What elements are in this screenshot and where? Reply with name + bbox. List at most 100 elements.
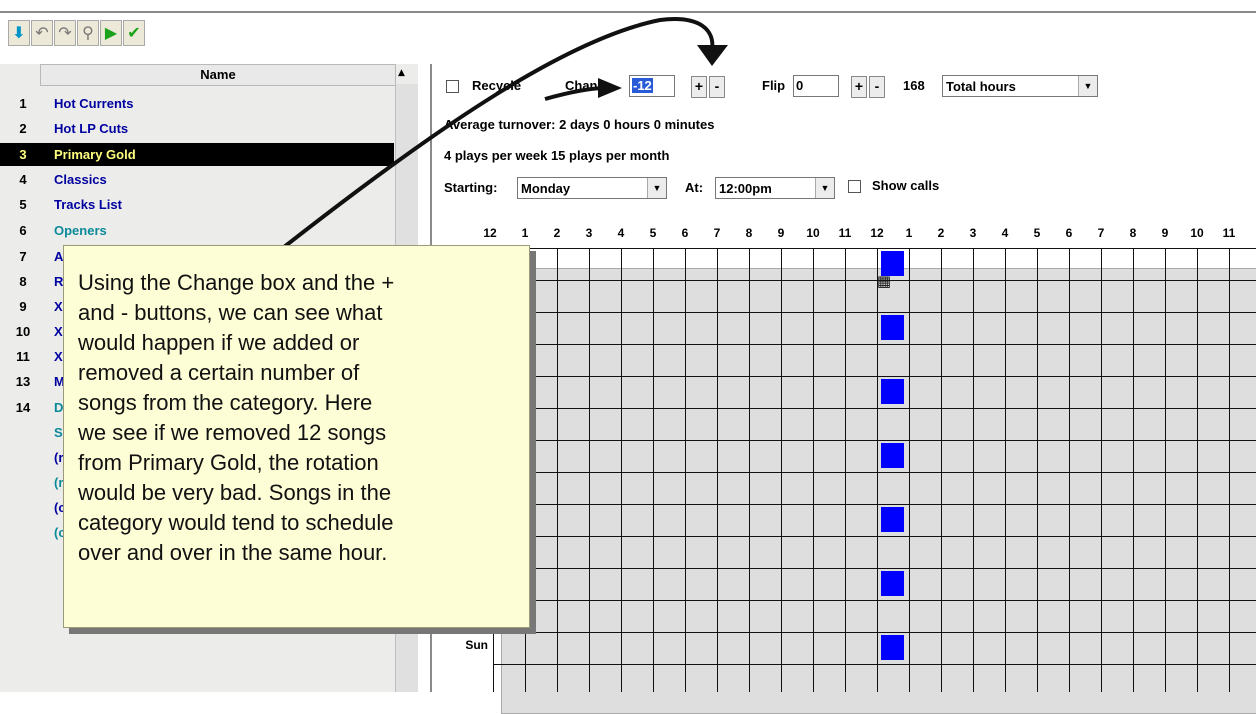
flip-label: Flip	[762, 78, 786, 93]
list-item-name: Hot Currents	[54, 96, 134, 111]
list-item-number: 3	[19, 147, 27, 162]
flip-value: 0	[796, 78, 804, 93]
filled-cell	[881, 379, 904, 404]
rotation-grid	[493, 248, 1256, 697]
hour-label: 1	[905, 226, 913, 240]
hour-label: 11	[1222, 226, 1236, 240]
hour-label: 3	[585, 226, 593, 240]
list-item[interactable]: 4 Classics	[0, 168, 394, 191]
hour-label: 9	[777, 226, 785, 240]
callout-line: would happen if we added or	[78, 330, 360, 355]
list-item-number: 14	[15, 400, 31, 415]
change-plus-button[interactable]: +	[691, 76, 707, 98]
hours-select[interactable]: Total hours ▼	[942, 75, 1098, 97]
search-icon[interactable]: ⚲	[77, 20, 99, 46]
list-item-number: 4	[19, 172, 27, 187]
flip-field[interactable]: 0	[793, 75, 839, 97]
hour-label: 4	[1001, 226, 1009, 240]
hour-label: 2	[553, 226, 561, 240]
show-calls-label: Show calls	[872, 178, 940, 193]
day-label: Sun	[465, 638, 488, 652]
plays-summary: 4 plays per week 15 plays per month	[444, 148, 670, 163]
filled-cell	[881, 507, 904, 532]
hour-label: 9	[1161, 226, 1169, 240]
hour-label: 5	[1033, 226, 1041, 240]
list-item-number: 13	[15, 374, 31, 389]
list-item-number: 1	[19, 96, 27, 111]
list-item[interactable]: 6 Openers	[0, 219, 394, 242]
callout-line: from Primary Gold, the rotation	[78, 450, 379, 475]
change-field[interactable]: -12	[629, 75, 675, 97]
list-item-name: Openers	[54, 223, 107, 238]
hour-label: 12	[483, 226, 497, 240]
hour-label: 12	[870, 226, 884, 240]
hour-label: 8	[1129, 226, 1137, 240]
chevron-down-icon[interactable]: ▼	[1078, 76, 1097, 96]
callout-line: removed a certain number of	[78, 360, 360, 385]
redo-icon[interactable]: ↷	[54, 20, 76, 46]
list-item-name: D	[54, 400, 64, 415]
list-item-name: X	[54, 324, 63, 339]
list-item-number: 2	[19, 121, 27, 136]
chevron-down-icon[interactable]: ▼	[647, 178, 666, 198]
list-item-number: 11	[16, 349, 30, 364]
down-arrow-icon[interactable]: ⬇	[8, 20, 30, 46]
hour-label: 3	[969, 226, 977, 240]
hour-label: 7	[713, 226, 721, 240]
filled-cell	[881, 315, 904, 340]
check-icon[interactable]: ✔	[123, 20, 145, 46]
flip-minus-button[interactable]: -	[869, 76, 885, 98]
list-item-name: A	[54, 249, 64, 264]
list-item-number: 6	[19, 223, 27, 238]
list-item[interactable]: 1 Hot Currents	[0, 92, 394, 115]
filled-cell	[881, 251, 904, 276]
at-select[interactable]: 12:00pm ▼	[715, 177, 835, 199]
hour-label: 5	[649, 226, 657, 240]
list-item[interactable]: 3 Primary Gold	[0, 143, 394, 166]
list-item-name: R	[54, 274, 64, 289]
hours-count: 168	[903, 78, 925, 93]
hour-label: 8	[745, 226, 753, 240]
flip-plus-button[interactable]: +	[851, 76, 867, 98]
play-icon[interactable]: ▶	[100, 20, 122, 46]
list-item-number: 9	[19, 299, 27, 314]
list-item-number: 10	[15, 324, 31, 339]
list-item-name: X	[54, 299, 63, 314]
list-item-name: (r	[54, 450, 64, 465]
recycle-checkbox[interactable]	[446, 80, 459, 93]
list-item-number: 8	[19, 274, 27, 289]
hour-label: 11	[838, 226, 852, 240]
name-column-header[interactable]: Name	[40, 64, 396, 86]
list-item[interactable]: 5 Tracks List	[0, 193, 394, 216]
list-item-name: Classics	[54, 172, 107, 187]
hour-label: 10	[1190, 226, 1204, 240]
list-item-name: Primary Gold	[54, 147, 136, 162]
hour-label: 2	[937, 226, 945, 240]
chevron-down-icon[interactable]: ▼	[815, 178, 834, 198]
filled-cell	[881, 443, 904, 468]
change-minus-button[interactable]: -	[709, 76, 725, 98]
hour-label: 6	[1065, 226, 1073, 240]
explanation-callout: Using the Change box and the + and - but…	[63, 245, 530, 628]
undo-icon[interactable]: ↶	[31, 20, 53, 46]
list-item-name: Tracks List	[54, 197, 122, 212]
recycle-label: Recycle	[472, 78, 522, 93]
list-item[interactable]: 2 Hot LP Cuts	[0, 117, 394, 140]
change-value: -12	[632, 78, 653, 93]
average-turnover: Average turnover: 2 days 0 hours 0 minut…	[444, 117, 715, 132]
callout-line: we see if we removed 12 songs	[78, 420, 387, 445]
callout-line: over and over in the same hour.	[78, 540, 388, 565]
scroll-up-icon[interactable]: ▲	[398, 68, 405, 78]
arrow-head-down	[697, 45, 728, 66]
list-item-name: X	[54, 349, 63, 364]
starting-select-value: Monday	[521, 181, 571, 196]
callout-line: would be very bad. Songs in the	[78, 480, 392, 505]
callout-line: songs from the category. Here	[78, 390, 373, 415]
at-select-value: 12:00pm	[719, 181, 772, 196]
list-item-name: Hot LP Cuts	[54, 121, 129, 136]
at-label: At:	[685, 180, 704, 195]
show-calls-checkbox[interactable]	[848, 180, 861, 193]
starting-select[interactable]: Monday ▼	[517, 177, 667, 199]
callout-line: and - buttons, we can see what	[78, 300, 383, 325]
hour-label: 7	[1097, 226, 1105, 240]
